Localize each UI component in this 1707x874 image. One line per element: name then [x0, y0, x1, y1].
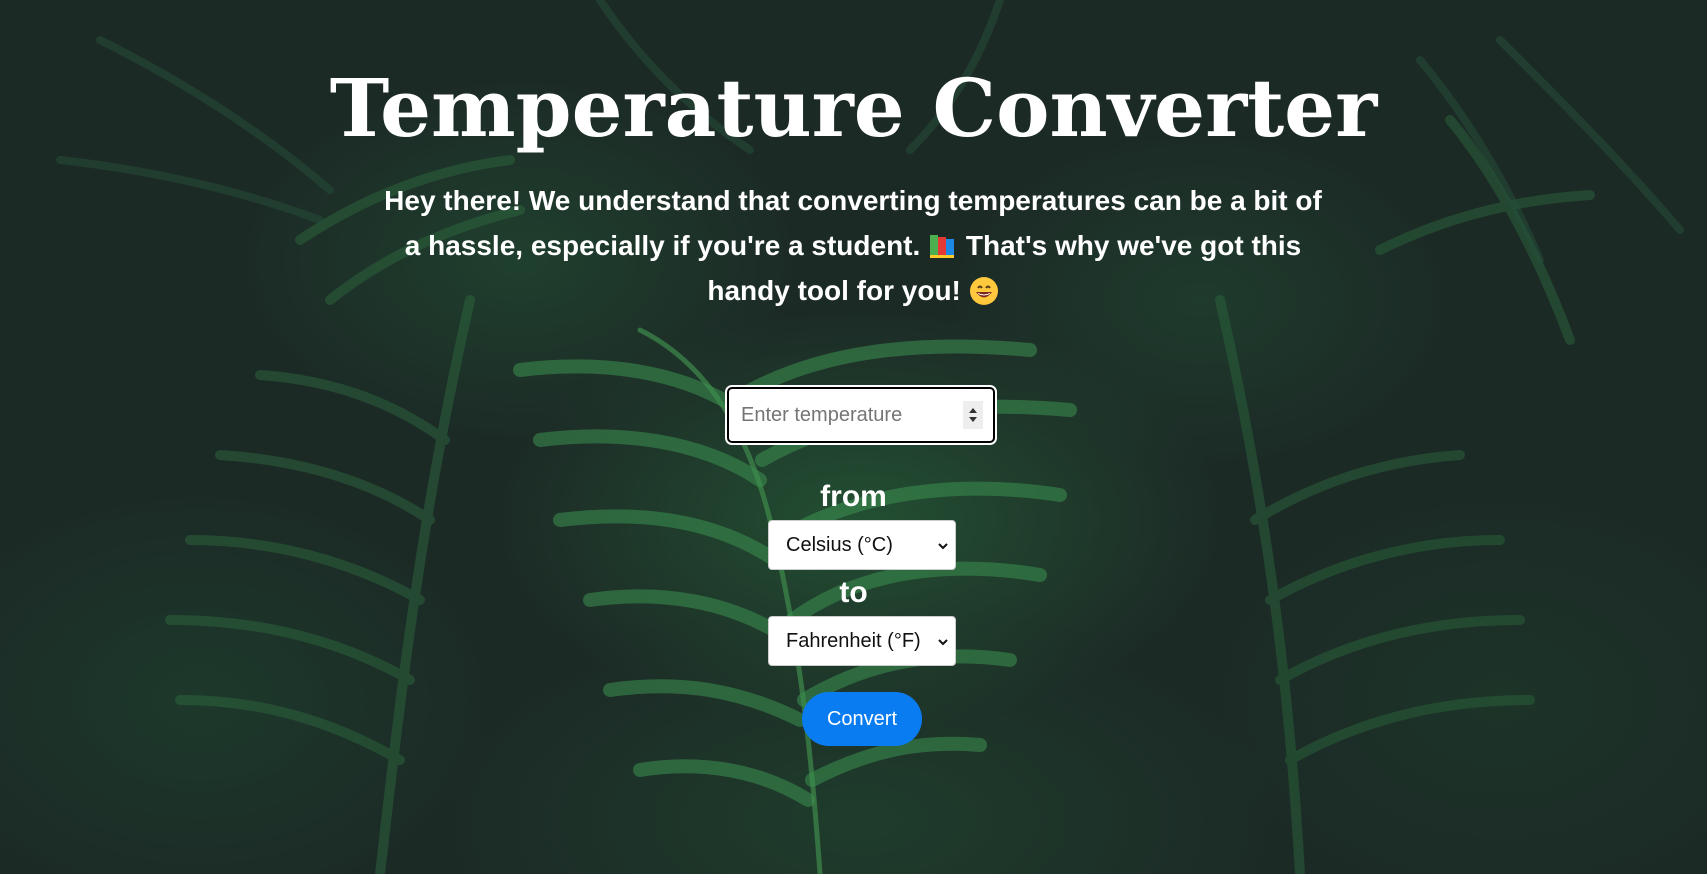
grinning-face-emoji-icon: [969, 274, 999, 305]
to-unit-select[interactable]: Fahrenheit (°F): [768, 616, 956, 666]
to-label: to: [839, 576, 868, 609]
temperature-input-wrapper: [725, 385, 997, 445]
from-unit-select[interactable]: Celsius (°C): [768, 520, 956, 570]
to-unit-selected: Fahrenheit (°F): [786, 629, 921, 652]
chevron-down-icon: [938, 639, 948, 646]
convert-button[interactable]: Convert: [802, 692, 922, 746]
from-unit-selected: Celsius (°C): [786, 533, 893, 556]
chevron-down-icon: [938, 543, 948, 550]
from-label: from: [820, 480, 887, 513]
spinner-up-icon[interactable]: [969, 408, 977, 413]
books-emoji-icon: [928, 227, 958, 258]
page-title: Temperature Converter: [329, 61, 1378, 155]
temperature-input[interactable]: [729, 389, 959, 441]
intro-text: Hey there! We understand that converting…: [383, 178, 1323, 313]
spinner-down-icon[interactable]: [969, 417, 977, 422]
number-spinner[interactable]: [963, 401, 983, 429]
